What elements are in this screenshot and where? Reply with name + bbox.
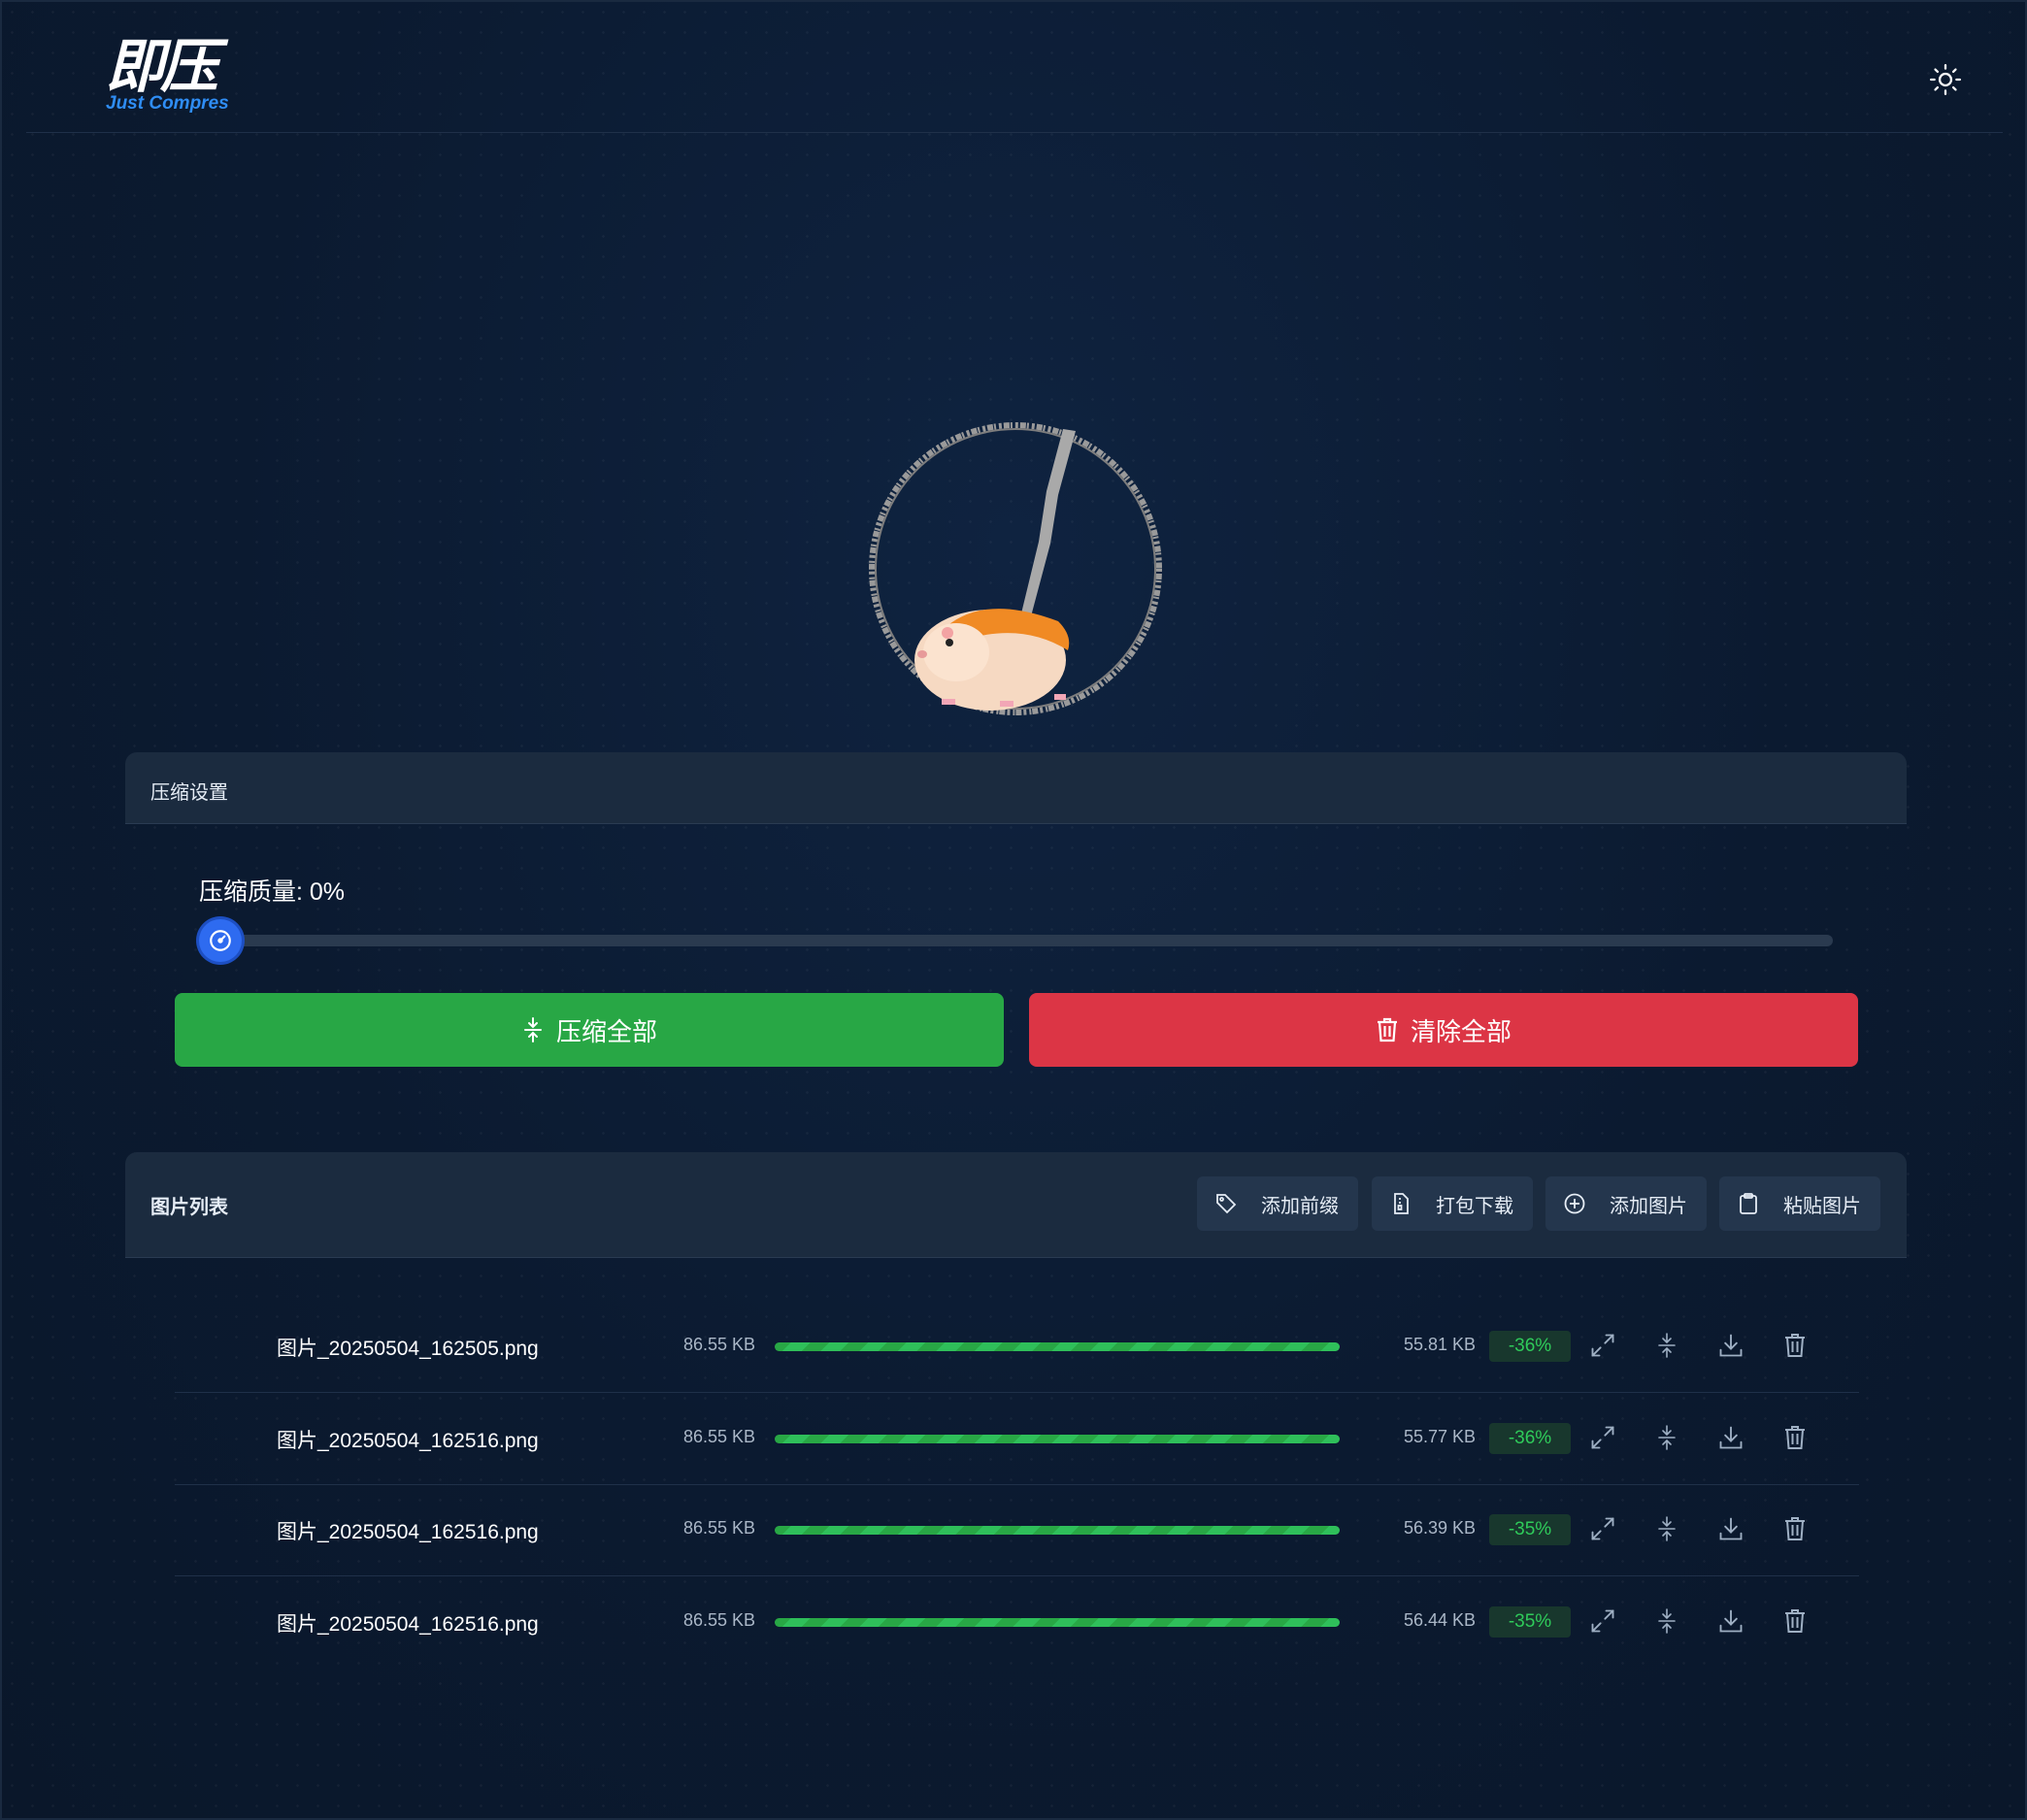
- add-prefix-label: 添加前缀: [1261, 1195, 1339, 1217]
- compress-all-button[interactable]: 压缩全部: [175, 993, 1004, 1067]
- trash-icon: [1782, 1333, 1808, 1363]
- quality-slider-track[interactable]: [221, 935, 1833, 946]
- gauge-icon: [210, 930, 231, 951]
- compress-icon: [1653, 1332, 1680, 1364]
- preview-button[interactable]: [1585, 1330, 1620, 1365]
- file-name: 图片_20250504_162516.png: [277, 1521, 539, 1543]
- header: 即压 Just Compres: [26, 2, 2003, 133]
- compress-button[interactable]: [1649, 1605, 1684, 1640]
- theme-toggle-button[interactable]: [1924, 58, 1967, 101]
- quality-slider-thumb[interactable]: [199, 919, 242, 962]
- image-list-header: 图片列表 添加前缀 打包下载 添加图片 粘贴图片: [125, 1152, 1907, 1258]
- reduction-badge: -35%: [1489, 1514, 1571, 1545]
- expand-icon: [1589, 1424, 1616, 1456]
- preview-button[interactable]: [1585, 1605, 1620, 1640]
- compressed-size: 56.39 KB: [1404, 1518, 1477, 1538]
- download-icon: [1717, 1607, 1745, 1639]
- clear-all-button[interactable]: 清除全部: [1029, 993, 1858, 1067]
- download-icon: [1717, 1332, 1745, 1364]
- compressed-size: 55.81 KB: [1404, 1335, 1477, 1354]
- compress-icon: [1653, 1424, 1680, 1456]
- logo[interactable]: 即压 Just Compres: [106, 35, 261, 122]
- compress-all-label: 压缩全部: [555, 1016, 657, 1046]
- expand-icon: [1589, 1607, 1616, 1639]
- download-button[interactable]: [1713, 1422, 1748, 1457]
- logo-title: 即压: [106, 33, 218, 101]
- app-window: 即压 Just Compres 压缩设置 压缩质量: 0% 压缩全部 清除全部 …: [0, 0, 2027, 1820]
- add-image-button[interactable]: 添加图片: [1545, 1176, 1707, 1231]
- image-row: 图片_20250504_162516.png 86.55 KB 56.39 KB -3…: [175, 1484, 1859, 1576]
- original-size: 86.55 KB: [683, 1610, 756, 1630]
- original-size: 86.55 KB: [683, 1518, 756, 1538]
- paste-image-button[interactable]: 粘贴图片: [1719, 1176, 1880, 1231]
- add-prefix-button[interactable]: 添加前缀: [1197, 1176, 1358, 1231]
- image-row: 图片_20250504_162505.png 86.55 KB 55.81 KB -3…: [175, 1301, 1859, 1393]
- preview-button[interactable]: [1585, 1422, 1620, 1457]
- delete-button[interactable]: [1778, 1605, 1812, 1640]
- download-button[interactable]: [1713, 1513, 1748, 1548]
- download-icon: [1717, 1424, 1745, 1456]
- delete-button[interactable]: [1778, 1422, 1812, 1457]
- compress-button[interactable]: [1649, 1330, 1684, 1365]
- file-name: 图片_20250504_162516.png: [277, 1613, 539, 1636]
- compression-progress-bar: [775, 1526, 1340, 1535]
- reduction-badge: -36%: [1489, 1423, 1571, 1454]
- delete-button[interactable]: [1778, 1330, 1812, 1365]
- download-button[interactable]: [1713, 1330, 1748, 1365]
- compress-icon: [523, 1017, 542, 1042]
- delete-button[interactable]: [1778, 1513, 1812, 1548]
- reduction-badge: -35%: [1489, 1606, 1571, 1638]
- expand-icon: [1589, 1332, 1616, 1364]
- original-size: 86.55 KB: [683, 1335, 756, 1354]
- image-row: 图片_20250504_162516.png 86.55 KB 55.77 KB -3…: [175, 1393, 1859, 1485]
- plus-circle-icon: [1564, 1193, 1585, 1214]
- compressed-size: 55.77 KB: [1404, 1427, 1477, 1446]
- hamster-wheel-illustration: [864, 417, 1165, 718]
- clear-all-label: 清除全部: [1410, 1016, 1512, 1046]
- trash-icon: [1782, 1516, 1808, 1546]
- compress-button[interactable]: [1649, 1513, 1684, 1548]
- compress-button[interactable]: [1649, 1422, 1684, 1457]
- compression-progress-bar: [775, 1342, 1340, 1351]
- compress-icon: [1653, 1607, 1680, 1639]
- clipboard-icon: [1740, 1193, 1757, 1214]
- file-name: 图片_20250504_162505.png: [277, 1338, 539, 1360]
- zip-file-icon: [1394, 1193, 1409, 1214]
- file-name: 图片_20250504_162516.png: [277, 1430, 539, 1452]
- add-image-label: 添加图片: [1610, 1195, 1687, 1217]
- trash-icon: [1782, 1425, 1808, 1455]
- reduction-badge: -36%: [1489, 1331, 1571, 1362]
- original-size: 86.55 KB: [683, 1427, 756, 1446]
- compression-progress-bar: [775, 1618, 1340, 1627]
- sun-icon: [1929, 63, 1962, 96]
- expand-icon: [1589, 1515, 1616, 1547]
- trash-icon: [1782, 1608, 1808, 1638]
- paste-image-label: 粘贴图片: [1783, 1195, 1861, 1217]
- settings-title: 压缩设置: [150, 782, 228, 804]
- trash-icon: [1377, 1017, 1397, 1042]
- compress-icon: [1653, 1515, 1680, 1547]
- download-button[interactable]: [1713, 1605, 1748, 1640]
- logo-subtitle: Just Compres: [106, 93, 229, 114]
- zip-download-label: 打包下载: [1436, 1195, 1513, 1217]
- preview-button[interactable]: [1585, 1513, 1620, 1548]
- compression-settings-card: 压缩设置: [125, 752, 1907, 1144]
- image-row: 图片_20250504_162516.png 86.55 KB 56.44 KB -3…: [175, 1576, 1859, 1669]
- quality-label: 压缩质量: 0%: [199, 878, 346, 906]
- zip-download-button[interactable]: 打包下载: [1372, 1176, 1533, 1231]
- download-icon: [1717, 1515, 1745, 1547]
- image-list-title: 图片列表: [150, 1197, 228, 1218]
- compression-progress-bar: [775, 1435, 1340, 1443]
- settings-header: 压缩设置: [125, 752, 1907, 824]
- tag-icon: [1216, 1194, 1237, 1214]
- compressed-size: 56.44 KB: [1404, 1610, 1477, 1630]
